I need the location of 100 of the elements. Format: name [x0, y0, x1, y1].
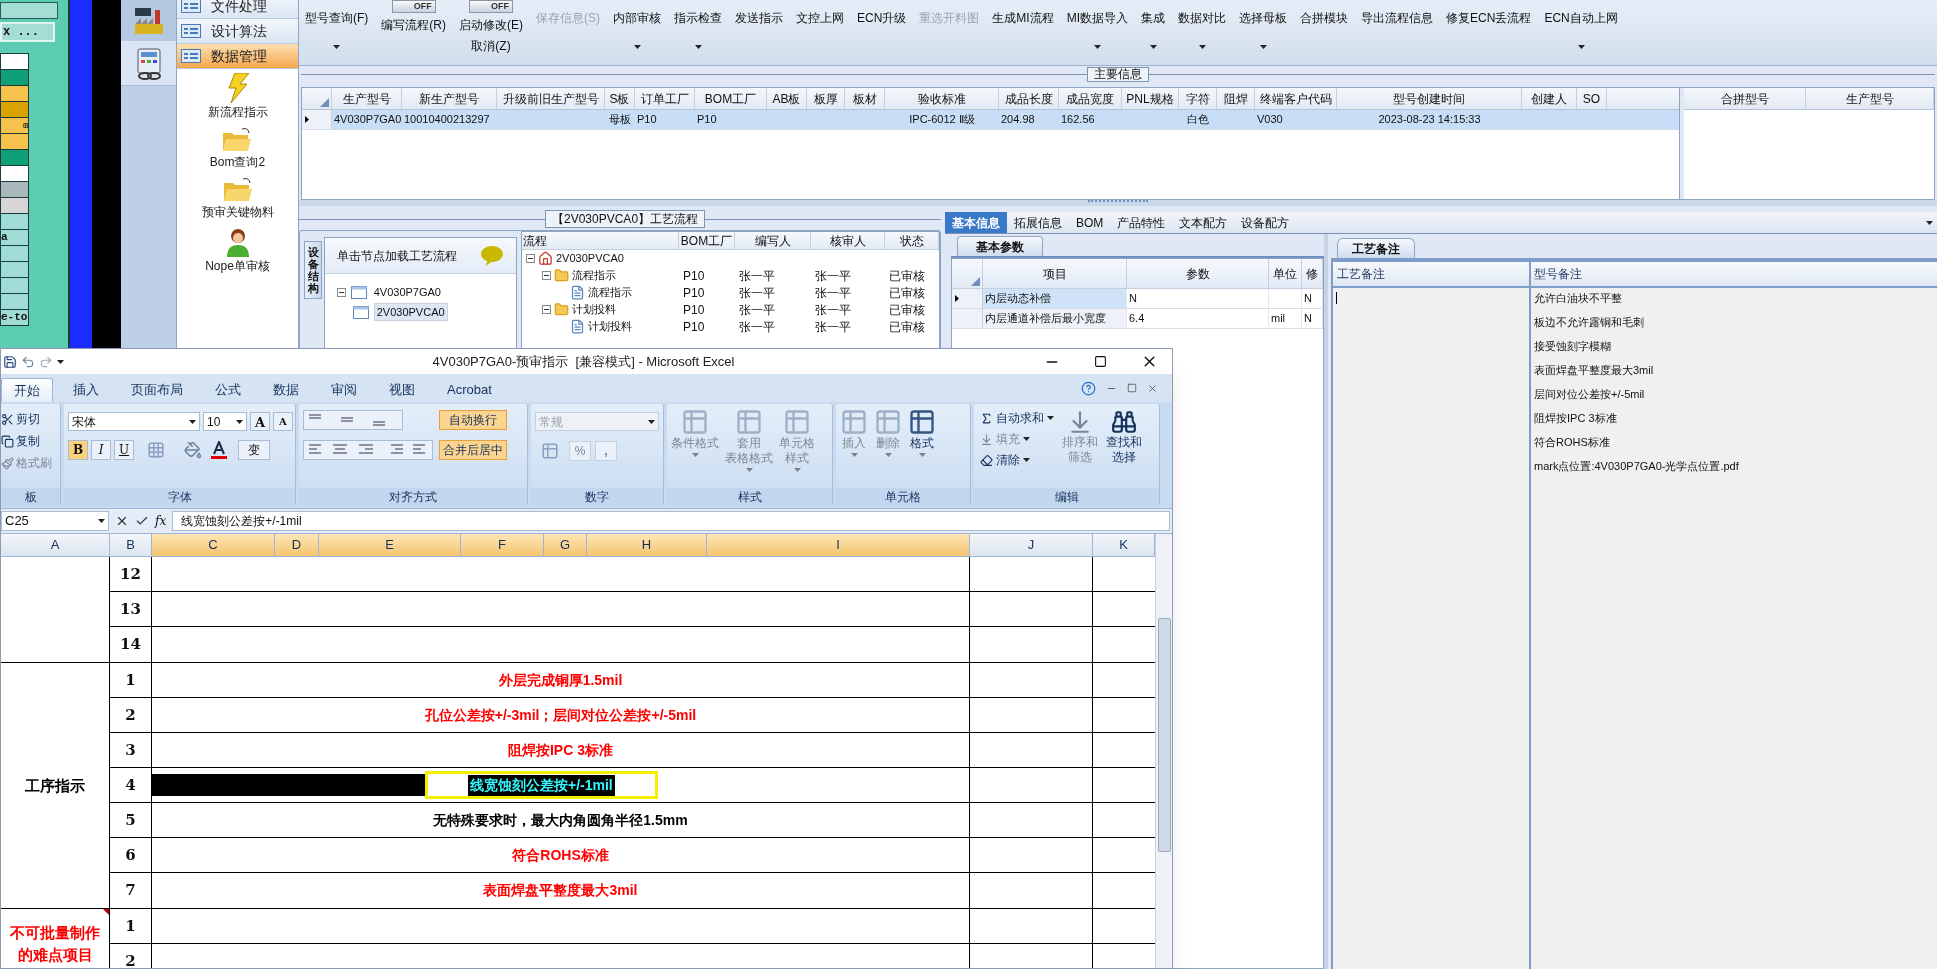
toggle-switch[interactable]: OFF	[391, 0, 436, 13]
tree-node[interactable]: 流程指示	[588, 284, 632, 301]
column-header[interactable]: 升级前旧生产型号	[497, 88, 605, 109]
column-header[interactable]: I	[707, 534, 970, 556]
column-header[interactable]: 工艺备注	[1333, 262, 1529, 288]
font-name-field[interactable]: 宋体	[68, 412, 200, 431]
column-header[interactable]: A	[1, 534, 110, 556]
ribbon-tab[interactable]: 视图	[377, 378, 427, 402]
side-tab[interactable]: 设备结构	[304, 241, 322, 300]
menu-item[interactable]: Bom查询2	[209, 153, 266, 171]
menu-item[interactable]: 新流程指示	[207, 103, 268, 121]
column-header[interactable]: D	[275, 534, 319, 556]
column-header[interactable]: 生产型号	[332, 88, 402, 109]
collapse-icon[interactable]	[526, 254, 535, 263]
horizontal-align-icons[interactable]	[303, 440, 433, 460]
vertical-scrollbar[interactable]	[1155, 534, 1172, 968]
toolbar-button[interactable]: 数据对比	[1178, 0, 1227, 58]
tab[interactable]: 产品特性	[1110, 212, 1173, 233]
ribbon-tab[interactable]: 公式	[203, 378, 253, 402]
menu-item[interactable]: Nope单审核	[205, 257, 270, 275]
toolbar-button[interactable]: 文控上网	[796, 0, 844, 58]
toolbar-button[interactable]: 指示检查	[674, 0, 722, 58]
column-header[interactable]: 终端客户代码	[1255, 88, 1337, 109]
column-header[interactable]: 成品宽度	[1059, 88, 1122, 109]
column-header[interactable]: C	[152, 534, 275, 556]
column-header[interactable]: K	[1093, 534, 1155, 556]
column-header[interactable]: 编写人	[735, 232, 811, 249]
tree-node[interactable]: 2V030PVCA0	[556, 250, 624, 267]
toolbar-button[interactable]: 编写流程(R)	[381, 16, 446, 34]
menu-category[interactable]: 数据管理	[177, 44, 298, 69]
column-header[interactable]: B	[110, 534, 152, 556]
column-header[interactable]: BOM工厂	[679, 232, 735, 249]
tree-node[interactable]: 流程指示	[572, 267, 616, 284]
column-header[interactable]: 项目	[983, 259, 1127, 288]
factory-icon[interactable]	[121, 0, 176, 42]
maximize-icon[interactable]	[1094, 355, 1107, 368]
ribbon-button[interactable]: 格式	[908, 408, 936, 457]
column-header[interactable]: J	[970, 534, 1093, 556]
toolbar-button[interactable]: 型号查询(F)	[305, 0, 369, 58]
column-header[interactable]: 阻焊	[1217, 88, 1255, 109]
vertical-align-icons[interactable]	[303, 410, 403, 430]
name-box[interactable]: C25	[1, 511, 109, 531]
column-header[interactable]: 板材	[845, 88, 885, 109]
shrink-font-button[interactable]: A	[273, 412, 293, 431]
row-header-cell[interactable]	[952, 289, 983, 308]
row-header-cell[interactable]	[952, 309, 983, 328]
toolbar-button[interactable]: 修复ECN丢流程	[1446, 0, 1532, 58]
column-header[interactable]: 修	[1302, 259, 1323, 288]
column-header[interactable]: 状态	[885, 232, 939, 249]
column-header[interactable]: 字符	[1179, 88, 1217, 109]
column-header[interactable]: AB板	[767, 88, 807, 109]
toolbar-button[interactable]: ECN自动上网	[1544, 0, 1618, 58]
style-button[interactable]: B	[68, 440, 88, 460]
undo-icon[interactable]	[21, 354, 35, 369]
toolbar-button[interactable]: 内部审核	[613, 0, 661, 58]
cancel-icon[interactable]	[115, 514, 129, 528]
toolbar-button[interactable]: ECN升级	[857, 0, 907, 58]
font-size-field[interactable]: 10	[203, 412, 247, 431]
scrollbar-thumb[interactable]	[1157, 618, 1171, 852]
column-header[interactable]: 板厚	[807, 88, 845, 109]
tab[interactable]: 基本信息	[945, 212, 1007, 233]
tab[interactable]: 设备配方	[1234, 212, 1297, 233]
text-field[interactable]	[0, 2, 58, 19]
column-header[interactable]: F	[461, 534, 544, 556]
toolbar-button[interactable]: 取消(Z)	[471, 37, 511, 55]
column-header[interactable]: 生产型号	[1806, 88, 1934, 109]
toolbar-button[interactable]: 选择母板	[1239, 0, 1288, 58]
ribbon-tab[interactable]: 开始	[1, 378, 53, 402]
toolbar-button[interactable]: 导出流程信息	[1361, 0, 1434, 58]
tree-node[interactable]: 4V030P7GA0	[371, 283, 443, 301]
ribbon-button[interactable]: 剪切	[1, 410, 60, 428]
column-header[interactable]: 型号创建时间	[1337, 88, 1522, 109]
ribbon-button[interactable]: 复制	[1, 432, 60, 450]
phonetic-button[interactable]: 变	[238, 440, 270, 460]
insert-function-button[interactable]: fx	[155, 512, 167, 530]
ribbon-button[interactable]: 自动求和	[980, 409, 1054, 427]
tab[interactable]: 文本配方	[1172, 212, 1235, 233]
tree-node[interactable]: 计划投料	[572, 301, 616, 318]
tab[interactable]: 基本参数	[957, 236, 1043, 256]
column-header[interactable]: 合拼型号	[1684, 88, 1806, 109]
restore-icon[interactable]	[1127, 383, 1137, 393]
tree-node[interactable]: 计划投料	[588, 318, 632, 335]
browse-button[interactable]: x ...	[0, 22, 55, 42]
tab[interactable]: BOM	[1069, 212, 1111, 233]
save-icon[interactable]	[3, 354, 17, 369]
toolbar-button[interactable]: 集成	[1141, 0, 1166, 58]
column-header[interactable]: S板	[605, 88, 635, 109]
expand-icon[interactable]: ⊞	[23, 121, 28, 130]
column-header[interactable]: 核审人	[811, 232, 885, 249]
tab[interactable]: 工艺备注	[1337, 238, 1415, 258]
ribbon-tab[interactable]: 页面布局	[119, 378, 195, 402]
calculator-icon[interactable]	[121, 42, 176, 86]
column-header[interactable]: 单位	[1269, 259, 1302, 288]
toolbar-button[interactable]: 启动修改(E)	[459, 16, 523, 34]
column-header[interactable]: 创建人	[1522, 88, 1577, 109]
collapse-icon[interactable]	[336, 287, 346, 297]
ribbon-tab[interactable]: 插入	[61, 378, 111, 402]
ribbon-tab[interactable]: 数据	[261, 378, 311, 402]
ribbon-tab[interactable]: Acrobat	[435, 378, 504, 402]
table-row[interactable]: 4V030P7GA0 10010400213297 母板 P10 P10 IPC-6012 Ⅱ级 204.98 162.56 白色 V030 2023-08-23 14:15:33	[302, 110, 1679, 130]
